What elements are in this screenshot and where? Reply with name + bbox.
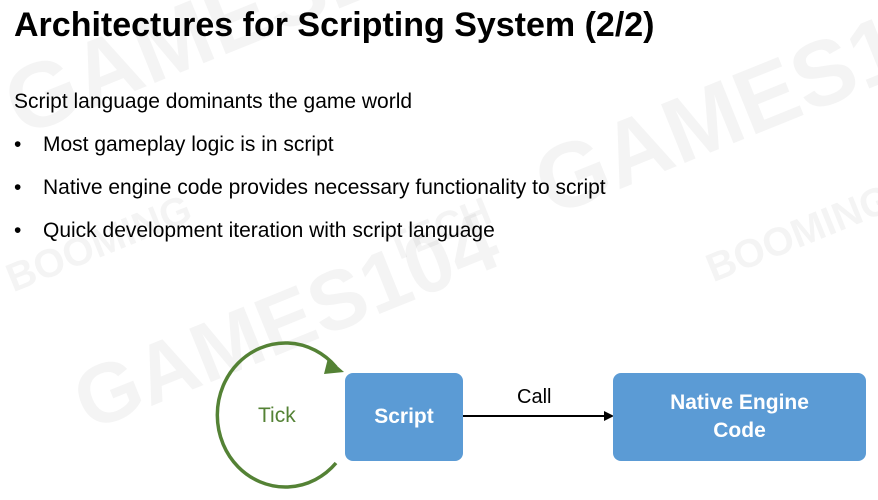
- tick-label: Tick: [258, 404, 296, 427]
- native-box-line2: Code: [713, 419, 766, 442]
- script-box: Script: [345, 373, 463, 461]
- call-label: Call: [517, 386, 552, 408]
- script-box-label: Script: [374, 405, 434, 428]
- native-box-line1: Native Engine: [670, 391, 809, 414]
- native-engine-code-box: Native Engine Code: [613, 373, 866, 461]
- tick-loop-arrowhead: [324, 358, 344, 374]
